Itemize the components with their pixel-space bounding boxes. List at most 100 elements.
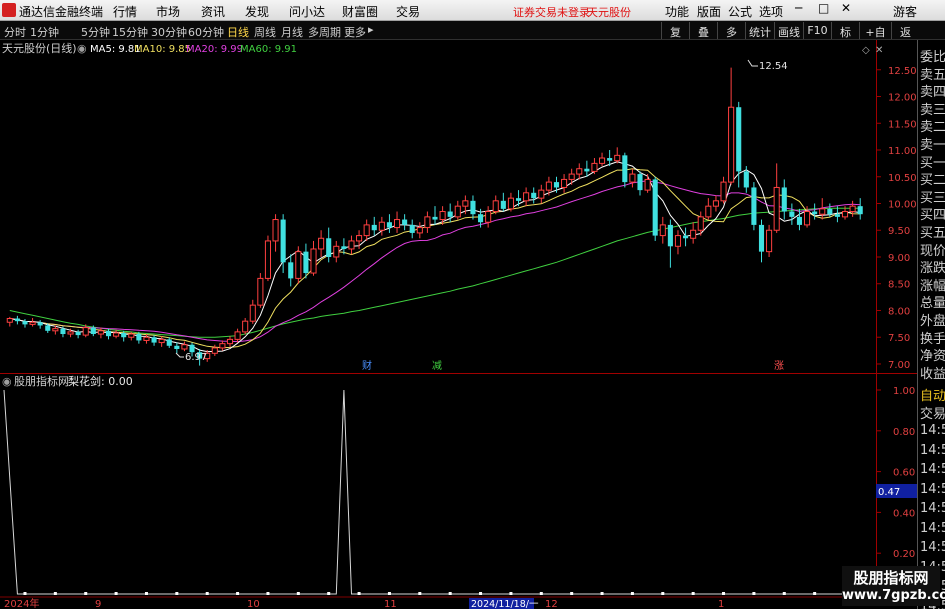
period-15min[interactable]: 15分钟 — [112, 24, 148, 40]
close-icon[interactable]: ✕ — [841, 1, 851, 15]
menu-zixun[interactable]: 资讯 — [201, 3, 225, 20]
period-5min[interactable]: 5分钟 — [81, 24, 110, 40]
quote-label: 买五 — [920, 226, 945, 241]
candle-body-up — [143, 336, 150, 341]
period-multi[interactable]: 多周期 — [308, 24, 341, 40]
menu-gongneng[interactable]: 功能 — [665, 3, 689, 20]
more-dropdown-icon[interactable]: ▸ — [368, 23, 374, 36]
event-marker-cai[interactable]: 财 — [362, 359, 372, 372]
sub-settings-icon[interactable]: ◉ — [2, 375, 12, 388]
signal-dot — [357, 592, 361, 595]
period-daily[interactable]: 日线 — [227, 24, 249, 40]
period-1min[interactable]: 1分钟 — [30, 24, 59, 40]
candle-body-up — [378, 221, 385, 231]
candle-body-down — [743, 171, 749, 188]
signal-dot — [570, 592, 574, 595]
candle-body-up — [614, 154, 621, 162]
period-more[interactable]: 更多 — [344, 24, 366, 40]
menu-hangqing[interactable]: 行情 — [113, 3, 137, 20]
candle-body-up — [728, 106, 735, 183]
menu-jiaoyi[interactable]: 交易 — [396, 3, 420, 20]
candle-body-down — [14, 318, 20, 322]
candle-body-up — [697, 216, 704, 231]
f10-button[interactable]: F10 — [803, 22, 831, 39]
trade-time: 14:56 — [920, 423, 945, 438]
sub-y-tick-label: 0.20 — [893, 549, 915, 560]
period-60min[interactable]: 60分钟 — [188, 24, 224, 40]
trade-time: 14:56 — [920, 481, 945, 497]
menu-shichang[interactable]: 市场 — [156, 3, 180, 20]
back-button[interactable]: 返回 — [891, 22, 919, 55]
y-tick-label: 11.50 — [888, 119, 917, 130]
candle-body-up — [454, 205, 461, 218]
candle-body-up — [841, 211, 849, 218]
period-fenshi[interactable]: 分时 — [4, 24, 26, 40]
guest-label[interactable]: 游客 — [893, 3, 917, 20]
signal-dot — [479, 592, 483, 595]
period-30min[interactable]: 30分钟 — [151, 24, 187, 40]
menu-banmian[interactable]: 版面 — [697, 3, 721, 20]
candle-body-up — [705, 205, 712, 218]
y-tick-label: 10.00 — [888, 199, 917, 210]
candle-body-down — [105, 330, 112, 337]
signal-dot — [327, 592, 331, 595]
maximize-icon[interactable]: □ — [818, 1, 829, 15]
period-weekly[interactable]: 周线 — [254, 24, 276, 40]
quote-label: 涨跌 — [920, 261, 945, 277]
candle-body-up — [97, 330, 104, 335]
duogu-button[interactable]: 多股 — [717, 22, 745, 55]
event-marker-zhang[interactable]: 涨 — [774, 360, 784, 372]
signal-dot — [661, 592, 665, 595]
tongji-button[interactable]: 统计 — [745, 22, 774, 39]
event-marker-jian[interactable]: 减 — [432, 360, 442, 372]
current-stock-name: 天元股份 — [587, 6, 631, 19]
settings-circle-icon[interactable]: ◉ — [77, 42, 87, 55]
candle-body-up — [492, 200, 499, 213]
candle-body-up — [659, 224, 666, 237]
fuquan-button[interactable]: 复权 — [661, 22, 689, 55]
menu-faxian[interactable]: 发现 — [245, 3, 269, 20]
diamond-icon[interactable]: ◇ — [862, 45, 870, 56]
close-panel-icon[interactable]: ✕ — [875, 45, 883, 56]
title-bar: 通达信金融终端 行情 市场 资讯 发现 问小达 财富圈 交易 证券交易未登录 天… — [0, 0, 945, 21]
diejia-button[interactable]: 叠加 — [689, 22, 717, 55]
candle-body-down — [736, 107, 742, 172]
quote-label: 卖四 — [920, 85, 945, 101]
app-name: 通达信金融终端 — [19, 5, 104, 19]
menu-caifuquan[interactable]: 财富圈 — [342, 3, 378, 20]
candle-body-down — [652, 179, 658, 236]
signal-dot — [236, 592, 240, 595]
candle-body-down — [637, 174, 643, 191]
kline-chart[interactable]: 7.007.508.008.509.009.5010.0010.5011.001… — [0, 40, 945, 609]
candle-body-down — [515, 198, 522, 201]
signal-dot — [448, 592, 452, 595]
huaxian-button[interactable]: 画线 — [774, 22, 803, 39]
y-tick-label: 11.00 — [888, 146, 917, 157]
candle-body-up — [264, 240, 272, 279]
biaoji-button[interactable]: 标记 — [831, 22, 859, 55]
menu-gongshi[interactable]: 公式 — [728, 3, 752, 20]
x-label-10: 10 — [247, 599, 260, 609]
y-tick-label: 12.00 — [888, 93, 917, 104]
signal-dot — [600, 592, 604, 595]
add-favorite-button[interactable]: +自选 — [859, 22, 891, 55]
candle-body-up — [128, 333, 135, 338]
login-notice[interactable]: 证券交易未登录 — [513, 4, 590, 20]
candle-body-down — [553, 182, 560, 188]
signal-dot — [630, 592, 634, 595]
quote-label: 卖五 — [920, 67, 945, 83]
candle-body-up — [234, 331, 241, 340]
sub-y-tick-label: 0.40 — [893, 508, 915, 519]
menu-wenxiaoda[interactable]: 问小达 — [289, 3, 325, 20]
menu-xuanxiang[interactable]: 选项 — [759, 3, 783, 20]
period-monthly[interactable]: 月线 — [281, 24, 303, 40]
candle-body-up — [507, 197, 514, 210]
minimize-icon[interactable]: ─ — [795, 1, 802, 15]
watermark-title: 股朋指标网 — [853, 569, 929, 587]
candle-body-down — [386, 222, 392, 228]
candle-body-down — [607, 158, 613, 161]
candle-body-down — [432, 216, 438, 220]
signal-dot — [84, 592, 88, 595]
candle-body-down — [751, 187, 757, 225]
y-tick-label: 8.50 — [888, 280, 910, 291]
